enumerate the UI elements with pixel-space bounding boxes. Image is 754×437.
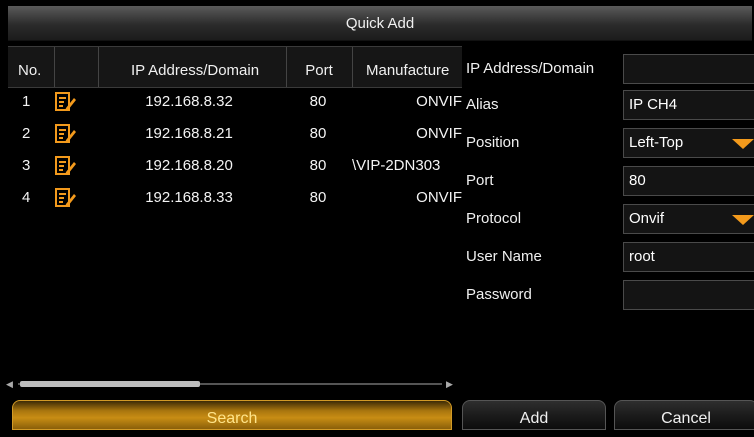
edit-icon[interactable] (54, 122, 78, 146)
edit-icon[interactable] (54, 154, 78, 178)
protocol-label: Protocol (466, 210, 522, 227)
form-row-password: Password (462, 276, 754, 314)
position-label: Position (466, 134, 520, 151)
alias-value: IP CH4 (629, 96, 678, 113)
row-manufacturer: ONVIF (416, 189, 462, 206)
row-port: 80 (309, 125, 327, 142)
form-row-ip: IP Address/Domain (462, 50, 754, 88)
row-ip: 192.168.8.20 (145, 157, 233, 174)
port-field[interactable]: 80 (623, 166, 754, 196)
row-port: 80 (309, 189, 327, 206)
form-row-port: Port 80 (462, 162, 754, 200)
row-ip: 192.168.8.32 (145, 93, 233, 110)
scroll-left-icon[interactable]: ◀ (6, 378, 13, 390)
position-value: Left-Top (629, 134, 684, 151)
protocol-select[interactable]: Onvif (623, 204, 754, 234)
protocol-value: Onvif (629, 210, 665, 227)
ip-label: IP Address/Domain (466, 60, 595, 77)
form-row-position: Position Left-Top (462, 124, 754, 162)
header-divider (54, 47, 55, 87)
header-divider (98, 47, 99, 87)
horizontal-scrollbar[interactable]: ◀ ▶ (4, 376, 456, 392)
header-divider (286, 47, 287, 87)
row-port: 80 (309, 93, 327, 110)
ip-input[interactable] (629, 60, 749, 77)
ip-field[interactable] (623, 54, 754, 84)
alias-field[interactable]: IP CH4 (623, 90, 754, 120)
dialog-title: Quick Add (8, 6, 752, 41)
alias-label: Alias (466, 96, 499, 113)
table-row[interactable]: 1 192.168.8.32 80 ONVIF (8, 90, 462, 114)
form-row-protocol: Protocol Onvif (462, 200, 754, 238)
edit-icon[interactable] (54, 186, 78, 210)
table-row[interactable]: 4 192.168.8.33 80 ONVIF (8, 186, 462, 210)
port-label: Port (466, 172, 494, 189)
row-no: 2 (22, 125, 31, 142)
row-port: 80 (309, 157, 327, 174)
row-no: 4 (22, 189, 31, 206)
password-input[interactable] (629, 286, 749, 303)
form-row-username: User Name root (462, 238, 754, 276)
quick-add-dialog: Quick Add No. IP Address/Domain Port Man… (0, 0, 754, 430)
scroll-right-icon[interactable]: ▶ (446, 378, 453, 390)
table-row[interactable]: 2 192.168.8.21 80 ONVIF (8, 122, 462, 146)
port-value: 80 (629, 172, 646, 189)
position-select[interactable]: Left-Top (623, 128, 754, 158)
username-label: User Name (466, 248, 542, 265)
add-button[interactable]: Add (462, 400, 606, 430)
table-row[interactable]: 3 192.168.8.20 80 \VIP-2DN303 (8, 154, 462, 178)
username-value: root (629, 248, 655, 265)
header-no[interactable]: No. (18, 47, 54, 87)
row-ip: 192.168.8.33 (145, 189, 233, 206)
header-port[interactable]: Port (288, 47, 350, 87)
form-row-alias: Alias IP CH4 (462, 86, 754, 124)
header-divider (352, 47, 353, 87)
row-no: 1 (22, 93, 31, 110)
password-field[interactable] (623, 280, 754, 310)
username-field[interactable]: root (623, 242, 754, 272)
row-manufacturer: ONVIF (416, 125, 462, 142)
header-ip[interactable]: IP Address/Domain (100, 47, 290, 87)
header-manufacturer[interactable]: Manufacture (366, 47, 462, 87)
device-form: IP Address/Domain Alias IP CH4 Position … (462, 46, 754, 396)
table-header: No. IP Address/Domain Port Manufacture (8, 46, 462, 88)
edit-icon[interactable] (54, 90, 78, 114)
scroll-thumb[interactable] (20, 381, 200, 387)
row-manufacturer: ONVIF (416, 93, 462, 110)
dropdown-arrow-icon[interactable] (732, 139, 754, 149)
cancel-button[interactable]: Cancel (614, 400, 754, 430)
row-no: 3 (22, 157, 31, 174)
search-button[interactable]: Search (12, 400, 452, 430)
password-label: Password (466, 286, 532, 303)
dropdown-arrow-icon[interactable] (732, 215, 754, 225)
device-list: No. IP Address/Domain Port Manufacture 1… (8, 46, 462, 394)
row-manufacturer: \VIP-2DN303 (352, 157, 441, 174)
row-ip: 192.168.8.21 (145, 125, 233, 142)
